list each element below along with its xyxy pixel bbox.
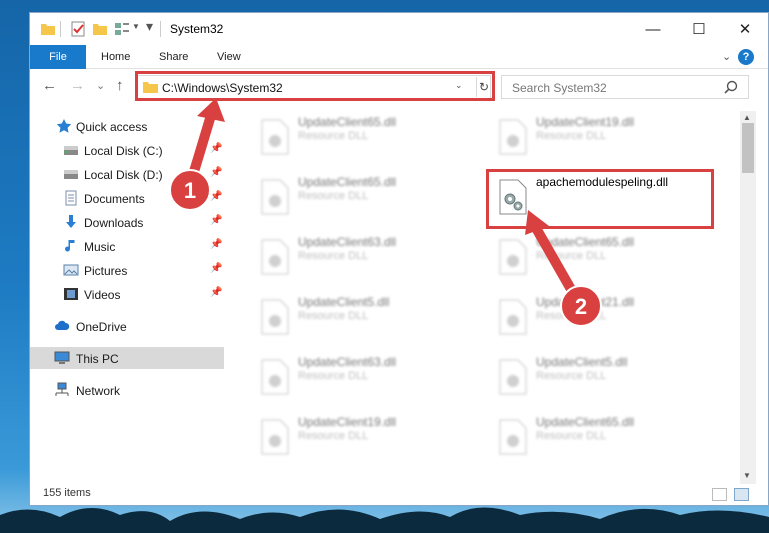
annotation-arrows: 1 2	[169, 98, 602, 327]
arrow-2: 2	[525, 210, 602, 327]
step-badge-2-label: 2	[575, 294, 587, 319]
arrow-1: 1	[169, 98, 225, 211]
step-badge-1-label: 1	[184, 178, 196, 203]
